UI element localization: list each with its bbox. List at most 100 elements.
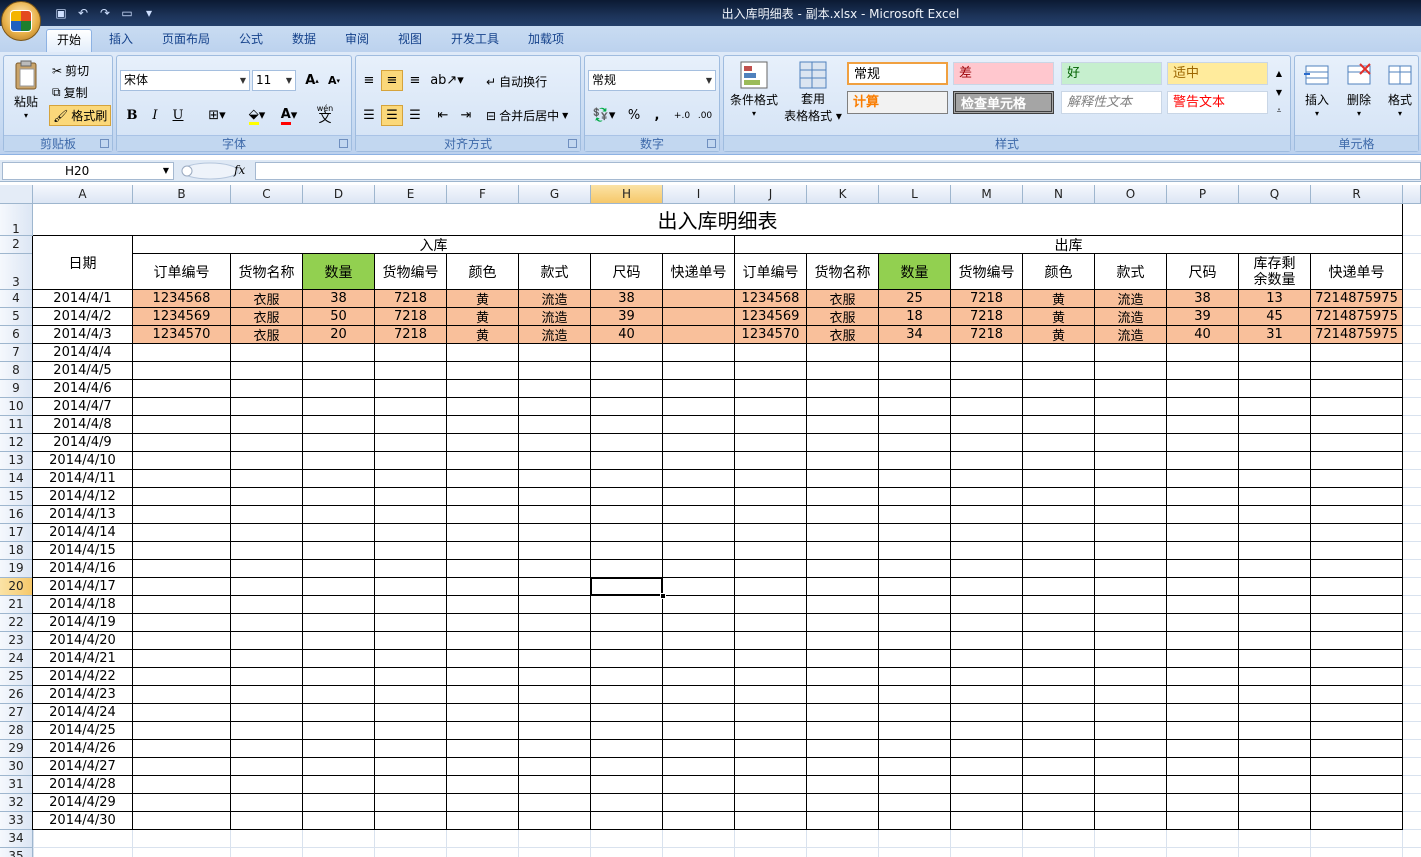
empty-cell[interactable] — [1311, 506, 1403, 524]
empty-cell[interactable] — [951, 704, 1023, 722]
data-cell[interactable]: 7214875975 — [1311, 326, 1403, 344]
empty-cell[interactable] — [1311, 722, 1403, 740]
row-header-28[interactable]: 28 — [0, 722, 33, 740]
empty-cell[interactable] — [1311, 632, 1403, 650]
column-header-P[interactable]: P — [1167, 185, 1239, 204]
empty-cell[interactable] — [133, 596, 231, 614]
empty-cell[interactable] — [231, 776, 303, 794]
empty-cell[interactable] — [1311, 524, 1403, 542]
empty-cell[interactable] — [1311, 596, 1403, 614]
empty-cell[interactable] — [1095, 380, 1167, 398]
empty-cell[interactable] — [663, 344, 735, 362]
empty-cell[interactable] — [231, 758, 303, 776]
empty-cell[interactable] — [519, 542, 591, 560]
data-cell[interactable]: 衣服 — [231, 308, 303, 326]
empty-cell[interactable] — [591, 722, 663, 740]
empty-cell[interactable] — [519, 686, 591, 704]
empty-cell[interactable] — [303, 416, 375, 434]
empty-cell[interactable] — [1167, 506, 1239, 524]
empty-cell[interactable] — [133, 452, 231, 470]
empty-cell[interactable] — [133, 812, 231, 830]
empty-cell[interactable] — [303, 686, 375, 704]
empty-cell[interactable] — [1311, 740, 1403, 758]
empty-cell[interactable] — [1095, 344, 1167, 362]
row-header-30[interactable]: 30 — [0, 758, 33, 776]
empty-cell[interactable] — [735, 722, 807, 740]
empty-cell[interactable] — [1167, 362, 1239, 380]
empty-cell[interactable] — [231, 632, 303, 650]
empty-cell[interactable] — [951, 578, 1023, 596]
cell-style-option[interactable]: 差 — [953, 62, 1054, 85]
row-header-32[interactable]: 32 — [0, 794, 33, 812]
empty-cell[interactable] — [375, 452, 447, 470]
empty-cell[interactable] — [1023, 776, 1095, 794]
empty-cell[interactable] — [591, 704, 663, 722]
empty-cell[interactable] — [231, 344, 303, 362]
fill-handle[interactable] — [660, 593, 666, 599]
empty-cell[interactable] — [1167, 740, 1239, 758]
empty-cell[interactable] — [663, 362, 735, 380]
empty-cell[interactable] — [735, 740, 807, 758]
empty-cell[interactable] — [231, 650, 303, 668]
empty-cell[interactable] — [951, 614, 1023, 632]
empty-cell[interactable] — [1023, 470, 1095, 488]
empty-cell[interactable] — [879, 812, 951, 830]
empty-cell[interactable] — [303, 542, 375, 560]
empty-cell[interactable] — [1239, 704, 1311, 722]
italic-button[interactable]: I — [144, 105, 166, 126]
office-button[interactable] — [1, 1, 41, 41]
empty-cell[interactable] — [1239, 488, 1311, 506]
empty-cell[interactable] — [1311, 704, 1403, 722]
empty-cell[interactable] — [663, 722, 735, 740]
empty-cell[interactable] — [375, 704, 447, 722]
align-right-icon[interactable]: ☰ — [404, 105, 426, 126]
empty-cell[interactable] — [1023, 758, 1095, 776]
empty-cell[interactable] — [879, 704, 951, 722]
empty-cell[interactable] — [879, 596, 951, 614]
empty-cell[interactable] — [807, 578, 879, 596]
format-cells-button[interactable]: 格式 ▾ — [1383, 60, 1417, 118]
row-header-16[interactable]: 16 — [0, 506, 33, 524]
empty-cell[interactable] — [735, 668, 807, 686]
empty-cell[interactable] — [879, 560, 951, 578]
empty-cell[interactable] — [951, 722, 1023, 740]
data-cell[interactable]: 1234570 — [735, 326, 807, 344]
data-cell[interactable]: 衣服 — [807, 326, 879, 344]
row-header-19[interactable]: 19 — [0, 560, 33, 578]
empty-cell[interactable] — [1023, 632, 1095, 650]
data-cell[interactable]: 黄 — [1023, 290, 1095, 308]
empty-cell[interactable] — [951, 758, 1023, 776]
gallery-more-icon[interactable]: ⩡ — [1272, 102, 1286, 120]
fill-color-icon[interactable]: ⬙ ▾ — [243, 105, 271, 126]
empty-cell[interactable] — [1095, 542, 1167, 560]
empty-cell[interactable] — [879, 650, 951, 668]
empty-cell[interactable] — [735, 686, 807, 704]
empty-cell[interactable] — [447, 812, 519, 830]
empty-cell[interactable] — [231, 668, 303, 686]
cell-style-option[interactable]: 常规 — [847, 62, 948, 85]
data-cell[interactable]: 7214875975 — [1311, 308, 1403, 326]
empty-cell[interactable] — [231, 380, 303, 398]
empty-cell[interactable] — [663, 812, 735, 830]
empty-cell[interactable] — [1311, 344, 1403, 362]
empty-cell[interactable] — [951, 380, 1023, 398]
empty-cell[interactable] — [591, 434, 663, 452]
empty-cell[interactable] — [1311, 560, 1403, 578]
empty-cell[interactable] — [879, 380, 951, 398]
empty-cell[interactable] — [1167, 416, 1239, 434]
data-cell[interactable]: 7218 — [951, 290, 1023, 308]
increase-decimal-icon[interactable]: +.0 — [671, 105, 693, 126]
tab-view[interactable]: 视图 — [388, 29, 432, 52]
empty-cell[interactable] — [807, 794, 879, 812]
empty-cell[interactable] — [1023, 362, 1095, 380]
empty-cell[interactable] — [807, 686, 879, 704]
empty-cell[interactable] — [303, 722, 375, 740]
empty-cell[interactable] — [1167, 434, 1239, 452]
insert-cells-button[interactable]: 插入 ▾ — [1299, 60, 1335, 118]
date-cell[interactable]: 2014/4/24 — [33, 704, 133, 722]
empty-cell[interactable] — [591, 398, 663, 416]
wrap-text-button[interactable]: ↵ 自动换行 — [486, 73, 547, 90]
empty-cell[interactable] — [807, 614, 879, 632]
empty-cell[interactable] — [133, 722, 231, 740]
data-cell[interactable]: 衣服 — [231, 326, 303, 344]
